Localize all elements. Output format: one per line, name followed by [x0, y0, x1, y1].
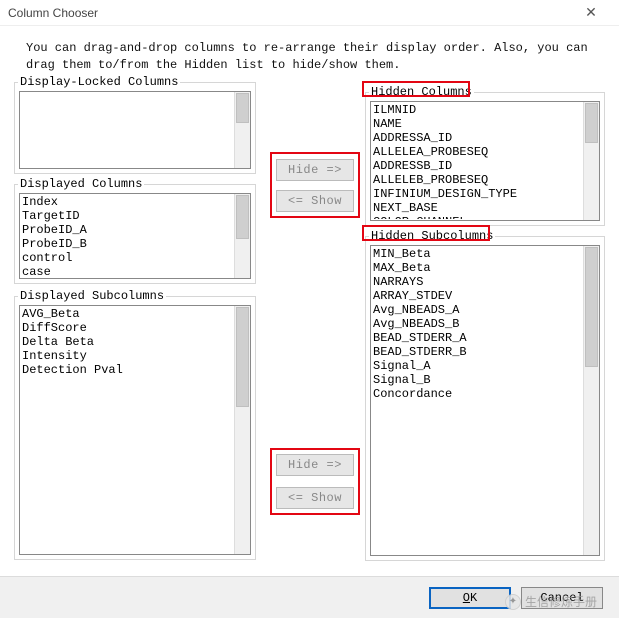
list-item[interactable]: NAME [373, 117, 583, 131]
list-item[interactable]: Signal_B [373, 373, 583, 387]
group-display-locked-label: Display-Locked Columns [18, 75, 180, 89]
group-hidden-columns: Hidden Columns ILMNIDNAMEADDRESSA_IDALLE… [365, 92, 605, 226]
list-displayed-columns[interactable]: IndexTargetIDProbeID_AProbeID_Bcontrolca… [19, 193, 251, 279]
list-item[interactable]: ADDRESSB_ID [373, 159, 583, 173]
list-item[interactable]: Intensity [22, 349, 234, 363]
list-item[interactable]: NARRAYS [373, 275, 583, 289]
ok-rest: K [470, 591, 477, 605]
show-button-bottom[interactable]: <= Show [276, 487, 354, 509]
list-item[interactable]: Concordance [373, 387, 583, 401]
list-item[interactable]: MAX_Beta [373, 261, 583, 275]
list-item[interactable]: MIN_Beta [373, 247, 583, 261]
list-item[interactable]: ALLELEB_PROBESEQ [373, 173, 583, 187]
list-hidden-subcolumns[interactable]: MIN_BetaMAX_BetaNARRAYSARRAY_STDEVAvg_NB… [370, 245, 600, 556]
group-display-locked: Display-Locked Columns [14, 82, 256, 174]
group-hidden-columns-label: Hidden Columns [369, 85, 474, 99]
scrollbar[interactable] [583, 102, 599, 220]
group-hidden-subcolumns: Hidden Subcolumns MIN_BetaMAX_BetaNARRAY… [365, 236, 605, 561]
list-item[interactable]: control [22, 251, 234, 265]
list-item[interactable]: Index [22, 195, 234, 209]
list-item[interactable]: ProbeID_A [22, 223, 234, 237]
list-item[interactable]: ARRAY_STDEV [373, 289, 583, 303]
list-item[interactable]: ILMNID [373, 103, 583, 117]
list-item[interactable]: Delta Beta [22, 335, 234, 349]
scrollbar[interactable] [583, 246, 599, 555]
ok-mnemonic: O [463, 591, 470, 605]
list-item[interactable]: BEAD_STDERR_B [373, 345, 583, 359]
list-item[interactable]: TargetID [22, 209, 234, 223]
list-item[interactable]: AVG_Beta [22, 307, 234, 321]
list-displayed-subcolumns[interactable]: AVG_BetaDiffScoreDelta BetaIntensityDete… [19, 305, 251, 555]
scrollbar[interactable] [234, 306, 250, 554]
list-hidden-columns[interactable]: ILMNIDNAMEADDRESSA_IDALLELEA_PROBESEQADD… [370, 101, 600, 221]
list-item[interactable]: NEXT_BASE [373, 201, 583, 215]
list-item[interactable]: Avg_NBEADS_B [373, 317, 583, 331]
wechat-icon: ✦ [505, 594, 521, 610]
close-icon[interactable]: ✕ [571, 2, 611, 24]
group-displayed-columns: Displayed Columns IndexTargetIDProbeID_A… [14, 184, 256, 284]
list-item[interactable]: COLOR_CHANNEL [373, 215, 583, 219]
group-hidden-subcolumns-label: Hidden Subcolumns [369, 229, 495, 243]
intro-text: You can drag-and-drop columns to re-arra… [26, 40, 593, 75]
list-display-locked[interactable] [19, 91, 251, 169]
watermark: ✦ 生信修炼手册 [505, 593, 597, 610]
list-item[interactable]: BEAD_STDERR_A [373, 331, 583, 345]
scrollbar[interactable] [234, 194, 250, 278]
group-displayed-subcolumns-label: Displayed Subcolumns [18, 289, 166, 303]
ok-button[interactable]: OK [429, 587, 511, 609]
list-item[interactable]: Signal_A [373, 359, 583, 373]
watermark-text: 生信修炼手册 [525, 593, 597, 610]
group-displayed-columns-label: Displayed Columns [18, 177, 144, 191]
scrollbar[interactable] [234, 92, 250, 168]
window-title: Column Chooser [8, 6, 571, 20]
show-button-top[interactable]: <= Show [276, 190, 354, 212]
list-item[interactable]: Detection Pval [22, 363, 234, 377]
list-item[interactable]: ADDRESSA_ID [373, 131, 583, 145]
group-displayed-subcolumns: Displayed Subcolumns AVG_BetaDiffScoreDe… [14, 296, 256, 560]
list-item[interactable]: ALLELEA_PROBESEQ [373, 145, 583, 159]
hide-button-bottom[interactable]: Hide => [276, 454, 354, 476]
list-item[interactable]: INFINIUM_DESIGN_TYPE [373, 187, 583, 201]
list-item[interactable]: ProbeID_B [22, 237, 234, 251]
list-item[interactable]: case [22, 265, 234, 277]
hide-button-top[interactable]: Hide => [276, 159, 354, 181]
list-item[interactable]: Avg_NBEADS_A [373, 303, 583, 317]
list-item[interactable]: DiffScore [22, 321, 234, 335]
